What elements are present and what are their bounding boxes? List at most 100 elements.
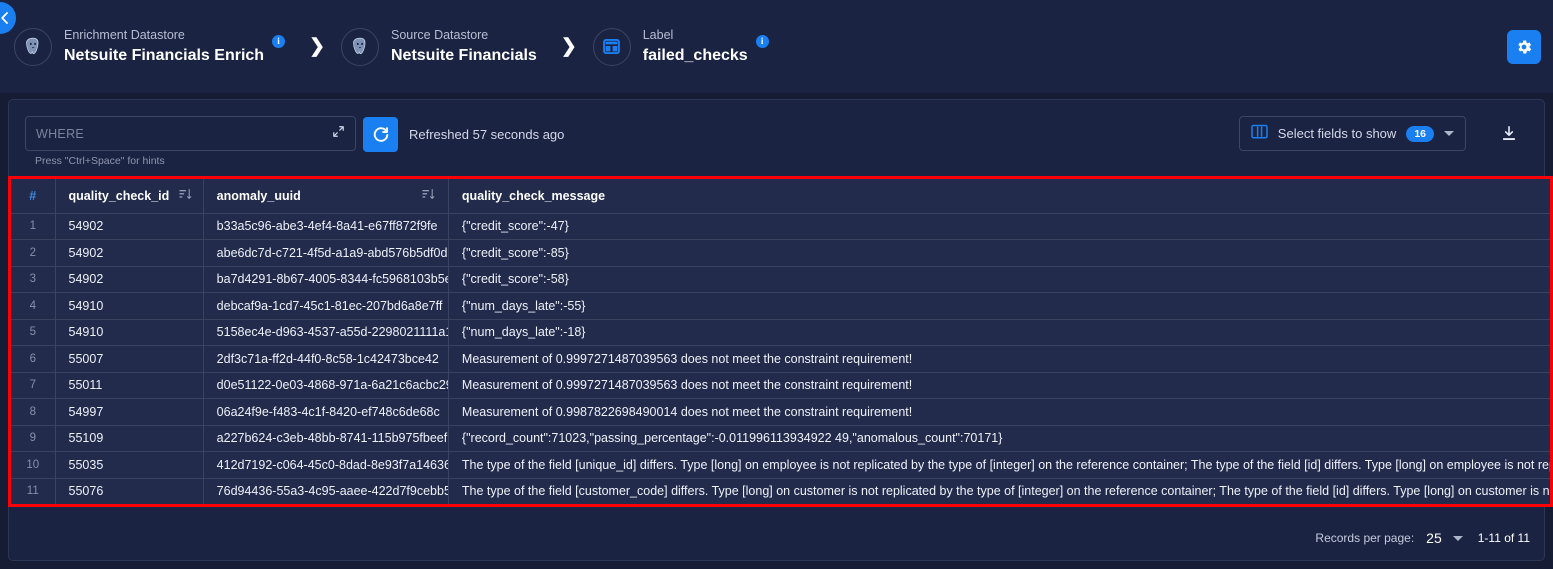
column-header-quality-check-id[interactable]: quality_check_id xyxy=(55,179,204,214)
table-row[interactable]: 1 54902 b33a5c96-abe3-4ef4-8a41-e67ff872f9… xyxy=(11,213,1550,240)
cell-anomaly-uuid: 76d94436-55a3-4c95-aaee-422d7f9cebb5 xyxy=(203,478,449,504)
download-icon xyxy=(1503,125,1515,140)
cell-quality-check-message: Measurement of 0.9997271487039563 does n… xyxy=(448,345,1550,373)
table-row[interactable]: 6 55007 2df3c71a-ff2d-44f0-8c58-1c42473bce… xyxy=(11,345,1550,373)
column-header-index: # xyxy=(11,179,56,214)
cell-anomaly-uuid: ba7d4291-8b67-4005-8344-fc5968103b5e xyxy=(203,266,449,293)
where-filter-box[interactable] xyxy=(25,116,356,151)
cell-anomaly-uuid: b33a5c96-abe3-4ef4-8a41-e67ff872f9fe xyxy=(203,213,449,240)
table-grid-icon xyxy=(592,27,631,66)
table-row[interactable]: 9 55109 a227b624-c3eb-48bb-8741-115b975fbe… xyxy=(11,425,1550,452)
cell-anomaly-uuid: abe6dc7d-c721-4f5d-a1a9-abd576b5df0d xyxy=(203,239,449,267)
where-input[interactable] xyxy=(36,126,326,141)
cell-quality-check-id: 54910 xyxy=(55,292,204,320)
table-body: 1 54902 b33a5c96-abe3-4ef4-8a41-e67ff872f9… xyxy=(11,213,1550,504)
breadcrumb-item-enrichment-datastore[interactable]: Enrichment Datastore Netsuite Financials… xyxy=(14,27,291,66)
breadcrumb-item-value: failed_checks xyxy=(642,47,748,64)
download-button[interactable] xyxy=(1498,122,1520,144)
table-row[interactable]: 10 55035 412d7192-c064-45c0-8dad-8e93f7a14… xyxy=(11,451,1550,479)
sort-icon[interactable] xyxy=(422,188,435,203)
cell-quality-check-message: Measurement of 0.9987822698490014 does n… xyxy=(448,398,1550,426)
column-header-anomaly-uuid[interactable]: anomaly_uuid xyxy=(203,179,449,214)
cell-quality-check-id: 55007 xyxy=(55,345,204,373)
query-toolbar: Press "Ctrl+Space" for hints Select fiel… xyxy=(9,100,1544,177)
breadcrumb-item-value: Netsuite Financials Enrich xyxy=(64,47,265,64)
cell-anomaly-uuid: 412d7192-c064-45c0-8dad-8e93f7a14636 xyxy=(203,451,449,479)
info-icon[interactable]: i xyxy=(755,35,769,48)
refresh-button[interactable] xyxy=(363,117,398,152)
chevron-left-icon xyxy=(1,12,8,24)
cell-quality-check-id: 54902 xyxy=(55,266,204,293)
pagination-range: 1-11 of 11 xyxy=(1477,531,1530,545)
cell-quality-check-id: 54997 xyxy=(55,398,204,426)
cell-index: 7 xyxy=(11,372,56,399)
breadcrumb-item-label-text: Label xyxy=(642,28,674,42)
table-row[interactable]: 3 54902 ba7d4291-8b67-4005-8344-fc5968103b… xyxy=(11,266,1550,293)
cell-anomaly-uuid: 06a24f9e-f483-4c1f-8420-ef748c6de68c xyxy=(203,398,449,426)
column-header-label: anomaly_uuid xyxy=(216,188,301,203)
sort-icon[interactable] xyxy=(179,188,192,203)
breadcrumb-separator-icon: ❯ xyxy=(560,36,577,57)
table-header-row: # quality_check_id anomaly_uuid quality_… xyxy=(11,179,1550,214)
records-per-page-value: 25 xyxy=(1426,530,1442,546)
cell-index: 2 xyxy=(11,239,56,267)
selected-fields-count: 16 xyxy=(1406,125,1434,142)
cell-quality-check-message: {"num_days_late":-55} xyxy=(448,292,1550,320)
expand-diagonal-icon[interactable] xyxy=(332,125,345,143)
keyboard-hint: Press "Ctrl+Space" for hints xyxy=(35,155,165,167)
chevron-down-icon xyxy=(1452,535,1463,541)
chevron-down-icon[interactable] xyxy=(1444,131,1454,136)
table-row[interactable]: 11 55076 76d94436-55a3-4c95-aaee-422d7f9ce… xyxy=(11,478,1550,504)
records-per-page-label: Records per page: xyxy=(1315,531,1415,545)
table-row[interactable]: 2 54902 abe6dc7d-c721-4f5d-a1a9-abd576b5df… xyxy=(11,239,1550,267)
breadcrumb-item-label[interactable]: Label failed_checks i xyxy=(592,27,775,66)
pagination-footer: Records per page: 25 1-11 of 11 xyxy=(1315,530,1530,546)
cell-anomaly-uuid: a227b624-c3eb-48bb-8741-115b975fbeef xyxy=(203,425,449,452)
gear-icon xyxy=(1518,40,1532,54)
cell-index: 8 xyxy=(11,398,56,426)
cell-quality-check-message: {"num_days_late":-18} xyxy=(448,319,1550,346)
cell-index: 10 xyxy=(11,451,56,479)
cell-index: 6 xyxy=(11,345,56,373)
cell-quality-check-message: {"credit_score":-58} xyxy=(448,266,1550,293)
cell-index: 9 xyxy=(11,425,56,452)
results-table-container: # quality_check_id anomaly_uuid quality_… xyxy=(8,176,1553,507)
cell-index: 5 xyxy=(11,319,56,346)
cell-quality-check-id: 55109 xyxy=(55,425,204,452)
cell-quality-check-id: 54902 xyxy=(55,239,204,267)
cell-quality-check-message: The type of the field [unique_id] differ… xyxy=(448,451,1550,479)
cell-quality-check-message: {"record_count":71023,"passing_percentag… xyxy=(448,425,1550,452)
refresh-icon xyxy=(373,126,388,142)
breadcrumb-item-label: Enrichment Datastore xyxy=(64,28,185,42)
postgresql-icon xyxy=(14,27,52,66)
cell-index: 4 xyxy=(11,292,56,320)
breadcrumb-item-source-datastore[interactable]: Source Datastore Netsuite Financials xyxy=(340,27,543,66)
breadcrumb-separator-icon: ❯ xyxy=(309,36,325,57)
results-table: # quality_check_id anomaly_uuid quality_… xyxy=(11,179,1550,504)
cell-quality-check-message: {"credit_score":-47} xyxy=(448,213,1550,240)
cell-anomaly-uuid: 2df3c71a-ff2d-44f0-8c58-1c42473bce42 xyxy=(203,345,449,373)
select-fields-dropdown[interactable]: Select fields to show 16 xyxy=(1238,116,1466,151)
cell-anomaly-uuid: d0e51122-0e03-4868-971a-6a21c6acbc29 xyxy=(203,372,449,399)
breadcrumb-item-value: Netsuite Financials xyxy=(390,47,537,64)
settings-button[interactable] xyxy=(1507,30,1541,64)
column-header-label: quality_check_id xyxy=(68,188,170,203)
table-row[interactable]: 4 54910 debcaf9a-1cd7-45c1-81ec-207bd6a8e7… xyxy=(11,292,1550,320)
cell-quality-check-id: 55076 xyxy=(55,478,204,504)
info-icon[interactable]: i xyxy=(272,35,286,48)
cell-quality-check-id: 54910 xyxy=(55,319,204,346)
cell-anomaly-uuid: debcaf9a-1cd7-45c1-81ec-207bd6a8e7ff xyxy=(203,292,449,320)
table-row[interactable]: 8 54997 06a24f9e-f483-4c1f-8420-ef748c6de6… xyxy=(11,398,1550,426)
cell-index: 1 xyxy=(11,213,56,240)
cell-index: 3 xyxy=(11,266,56,293)
records-per-page-dropdown[interactable]: 25 xyxy=(1426,530,1463,546)
cell-quality-check-id: 55035 xyxy=(55,451,204,479)
cell-index: 11 xyxy=(11,478,56,504)
page-root: Enrichment Datastore Netsuite Financials… xyxy=(0,0,1553,569)
breadcrumb-header: Enrichment Datastore Netsuite Financials… xyxy=(0,0,1553,93)
table-row[interactable]: 7 55011 d0e51122-0e03-4868-971a-6a21c6acbc… xyxy=(11,372,1550,399)
cell-quality-check-id: 54902 xyxy=(55,213,204,240)
table-row[interactable]: 5 54910 5158ec4e-d963-4537-a55d-2298021111… xyxy=(11,319,1550,346)
cell-quality-check-id: 55011 xyxy=(55,372,204,399)
cell-anomaly-uuid: 5158ec4e-d963-4537-a55d-2298021111a1 xyxy=(203,319,449,346)
